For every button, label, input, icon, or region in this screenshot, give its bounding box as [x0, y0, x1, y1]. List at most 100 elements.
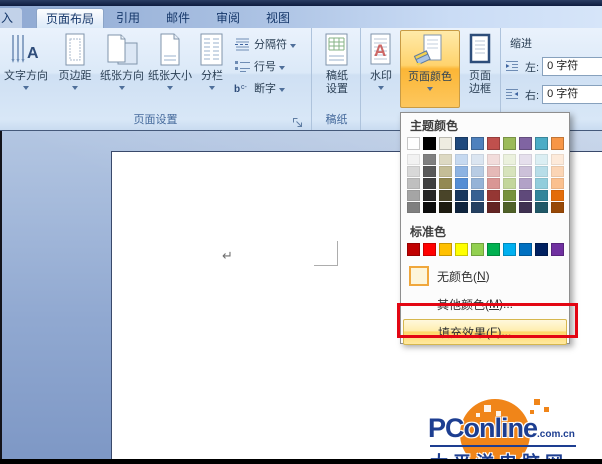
tint-swatch[interactable]	[519, 154, 532, 165]
indent-left-field[interactable]: 0 字符	[542, 57, 602, 76]
tint-swatch[interactable]	[407, 190, 420, 201]
tint-swatch[interactable]	[423, 166, 436, 177]
tint-swatch[interactable]	[487, 178, 500, 189]
tint-swatch[interactable]	[503, 154, 516, 165]
theme-color-swatch[interactable]	[519, 137, 532, 150]
tint-swatch[interactable]	[503, 178, 516, 189]
group-page-setup: A文字方向页边距纸张方向纸张大小分栏 分隔符行号bc-断字 页面设置	[0, 28, 312, 130]
theme-color-swatch[interactable]	[487, 137, 500, 150]
svg-text:c-: c-	[241, 84, 248, 91]
tint-swatch[interactable]	[535, 154, 548, 165]
tint-column	[471, 154, 484, 213]
tint-swatch[interactable]	[503, 190, 516, 201]
tint-swatch[interactable]	[455, 166, 468, 177]
menu-item-no-color[interactable]: 无颜色(N)	[403, 263, 567, 289]
orientation-button[interactable]: 纸张方向	[98, 30, 146, 108]
indent-left-icon	[505, 60, 522, 74]
tint-swatch[interactable]	[487, 202, 500, 213]
indent-right-field[interactable]: 0 字符	[542, 85, 602, 104]
tint-swatch[interactable]	[439, 154, 452, 165]
standard-color-swatch[interactable]	[503, 243, 516, 256]
tint-swatch[interactable]	[455, 202, 468, 213]
theme-color-swatch[interactable]	[407, 137, 420, 150]
tint-swatch[interactable]	[535, 166, 548, 177]
standard-color-swatch[interactable]	[423, 243, 436, 256]
tint-swatch[interactable]	[551, 178, 564, 189]
line-numbers-button[interactable]: 行号	[234, 57, 285, 75]
tint-swatch[interactable]	[423, 202, 436, 213]
theme-color-swatch[interactable]	[455, 137, 468, 150]
tint-swatch[interactable]	[455, 178, 468, 189]
standard-color-swatch[interactable]	[519, 243, 532, 256]
standard-color-swatch[interactable]	[487, 243, 500, 256]
tint-swatch[interactable]	[551, 202, 564, 213]
standard-color-swatch[interactable]	[455, 243, 468, 256]
page-border-icon	[463, 32, 497, 70]
theme-color-swatch[interactable]	[535, 137, 548, 150]
tint-swatch[interactable]	[487, 154, 500, 165]
tab-mailings[interactable]: 邮件	[160, 8, 196, 28]
standard-color-swatch[interactable]	[439, 243, 452, 256]
tint-swatch[interactable]	[423, 178, 436, 189]
tint-swatch[interactable]	[439, 166, 452, 177]
tint-swatch[interactable]	[535, 178, 548, 189]
watermark-button[interactable]: A 水印	[362, 30, 400, 108]
tab-references[interactable]: 引用	[110, 8, 146, 28]
theme-color-swatch[interactable]	[503, 137, 516, 150]
tint-swatch[interactable]	[471, 166, 484, 177]
page-color-button[interactable]: 页面颜色	[400, 30, 460, 108]
tint-swatch[interactable]	[471, 202, 484, 213]
tint-swatch[interactable]	[471, 190, 484, 201]
theme-color-swatch[interactable]	[439, 137, 452, 150]
tint-swatch[interactable]	[535, 202, 548, 213]
tint-swatch[interactable]	[423, 190, 436, 201]
tint-swatch[interactable]	[407, 202, 420, 213]
tint-swatch[interactable]	[407, 154, 420, 165]
tint-swatch[interactable]	[503, 202, 516, 213]
page-border-button[interactable]: 页面 边框	[460, 30, 500, 108]
tint-swatch[interactable]	[439, 178, 452, 189]
tint-swatch[interactable]	[519, 178, 532, 189]
standard-color-swatch[interactable]	[407, 243, 420, 256]
breaks-button[interactable]: 分隔符	[234, 35, 296, 53]
tint-swatch[interactable]	[407, 166, 420, 177]
standard-color-swatch[interactable]	[551, 243, 564, 256]
tint-swatch[interactable]	[487, 190, 500, 201]
paper-size-button[interactable]: 纸张大小	[146, 30, 194, 108]
tint-swatch[interactable]	[535, 190, 548, 201]
tint-swatch[interactable]	[439, 202, 452, 213]
tint-swatch[interactable]	[551, 154, 564, 165]
standard-color-swatch[interactable]	[471, 243, 484, 256]
tint-swatch[interactable]	[471, 178, 484, 189]
theme-color-swatch[interactable]	[471, 137, 484, 150]
tint-swatch[interactable]	[455, 190, 468, 201]
genko-button-label-2: 设置	[326, 83, 348, 96]
dialog-launcher-icon[interactable]	[292, 115, 303, 126]
hyphenation-button[interactable]: bc-断字	[234, 79, 285, 97]
tint-swatch[interactable]	[503, 166, 516, 177]
margins-button[interactable]: 页边距	[52, 30, 98, 108]
tint-swatch[interactable]	[407, 178, 420, 189]
tab-insert-partial[interactable]: 入	[0, 8, 22, 28]
genko-settings-button[interactable]: 稿纸 设置	[314, 30, 360, 108]
tint-swatch[interactable]	[471, 154, 484, 165]
tint-swatch[interactable]	[551, 190, 564, 201]
tab-review[interactable]: 审阅	[210, 8, 246, 28]
standard-colors-header: 标准色	[401, 219, 569, 243]
standard-color-swatch[interactable]	[535, 243, 548, 256]
columns-button[interactable]: 分栏	[194, 30, 230, 108]
indent-right-icon	[505, 88, 522, 102]
tint-swatch[interactable]	[439, 190, 452, 201]
tint-swatch[interactable]	[519, 190, 532, 201]
tint-swatch[interactable]	[519, 166, 532, 177]
tab-view[interactable]: 视图	[260, 8, 296, 28]
tint-swatch[interactable]	[519, 202, 532, 213]
tint-swatch[interactable]	[455, 154, 468, 165]
text-direction-button[interactable]: A文字方向	[0, 30, 52, 108]
tint-swatch[interactable]	[551, 166, 564, 177]
theme-color-swatch[interactable]	[423, 137, 436, 150]
tint-swatch[interactable]	[487, 166, 500, 177]
tint-swatch[interactable]	[423, 154, 436, 165]
theme-color-swatch[interactable]	[551, 137, 564, 150]
tab-page-layout[interactable]: 页面布局	[36, 8, 104, 28]
